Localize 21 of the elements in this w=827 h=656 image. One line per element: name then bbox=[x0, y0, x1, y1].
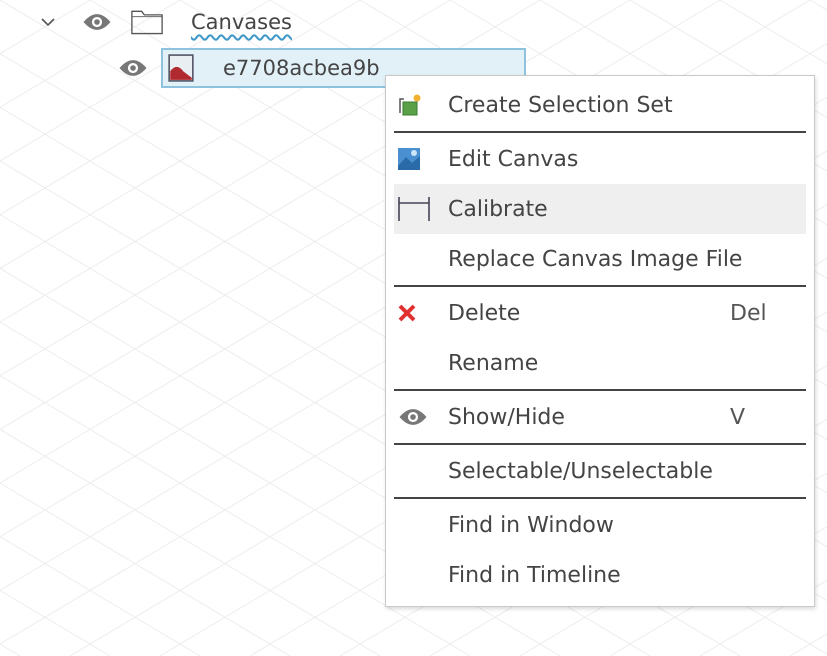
shortcut-label: V bbox=[730, 404, 746, 430]
menu-item[interactable]: Replace Canvas Image File bbox=[394, 234, 806, 284]
menu-item[interactable]: Find in Timeline bbox=[394, 550, 806, 600]
menu-item[interactable]: Find in Window bbox=[394, 500, 806, 550]
shortcut-label: Del bbox=[730, 300, 768, 326]
menu-item[interactable]: Edit Canvas bbox=[394, 134, 806, 184]
menu-item[interactable]: Delete Del bbox=[394, 288, 806, 338]
picture-icon bbox=[398, 148, 420, 170]
folder-icon bbox=[131, 9, 163, 35]
menu-item[interactable]: Calibrate bbox=[394, 184, 806, 234]
selection-set-icon bbox=[398, 93, 422, 117]
menu-item[interactable]: Rename bbox=[394, 338, 806, 388]
eye-icon bbox=[82, 13, 112, 31]
calibrate-icon bbox=[398, 196, 430, 222]
eye-icon bbox=[398, 408, 428, 426]
tree-item[interactable]: Canvases bbox=[125, 2, 302, 42]
delete-icon bbox=[398, 304, 416, 322]
eye-icon bbox=[118, 59, 148, 77]
picture-icon bbox=[167, 54, 195, 82]
menu-item[interactable]: Show/Hide V bbox=[394, 392, 806, 442]
menu-item[interactable]: Selectable/Unselectable bbox=[394, 446, 806, 496]
